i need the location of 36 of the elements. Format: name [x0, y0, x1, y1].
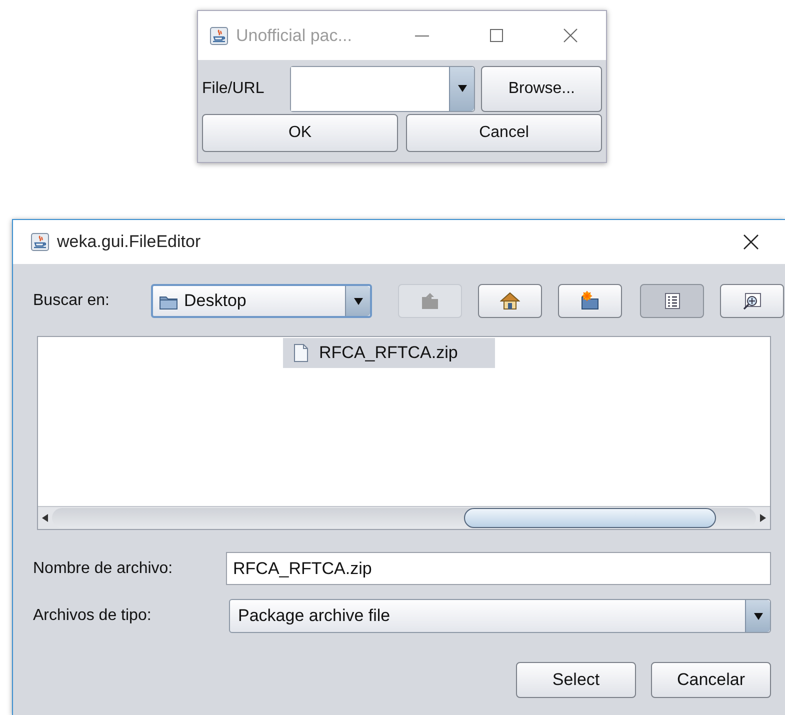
file-name-label: Nombre de archivo: [33, 560, 174, 578]
document-icon [293, 343, 309, 363]
toolbar-button[interactable] [558, 284, 622, 318]
window-title: Unofficial pac... [236, 26, 352, 46]
dropdown-arrow-icon [752, 612, 764, 620]
file-type-label: Archivos de tipo: [33, 607, 152, 625]
look-in-label: Buscar en: [33, 292, 110, 310]
new-folder-icon [580, 291, 600, 311]
field-label: File/URL [202, 80, 266, 98]
close-icon[interactable] [741, 232, 761, 252]
toolbar-button[interactable] [640, 284, 704, 318]
java-cup-icon [210, 26, 228, 44]
file-name-field[interactable]: RFCA_RFTCA.zip [226, 552, 771, 585]
file-type-combo[interactable]: Package archive file [229, 599, 771, 633]
toolbar-button[interactable] [478, 284, 542, 318]
combo-value: Desktop [184, 291, 246, 311]
file-url-combo[interactable] [290, 66, 476, 112]
toolbar-button[interactable] [720, 284, 784, 318]
browse-button[interactable]: Browse... [481, 66, 602, 112]
ok-button[interactable]: OK [202, 114, 398, 152]
magnifier-icon [742, 291, 762, 311]
look-in-combo[interactable]: Desktop [151, 284, 372, 318]
up-folder-icon [420, 291, 440, 311]
scroll-thumb[interactable] [464, 508, 716, 528]
window-title: weka.gui.FileEditor [57, 232, 201, 252]
dropdown-arrow-icon [456, 84, 468, 93]
select-button[interactable]: Select [516, 662, 636, 698]
home-icon [500, 291, 520, 311]
dropdown-arrow-icon [352, 296, 364, 306]
file-name: RFCA_RFTCA.zip [319, 343, 458, 363]
list-icon [662, 291, 682, 311]
cancel-button[interactable]: Cancel [406, 114, 602, 152]
java-cup-icon [31, 233, 49, 251]
horizontal-scrollbar[interactable] [38, 506, 770, 529]
cancel-button[interactable]: Cancelar [651, 662, 771, 698]
file-item[interactable]: RFCA_RFTCA.zip [283, 338, 495, 368]
